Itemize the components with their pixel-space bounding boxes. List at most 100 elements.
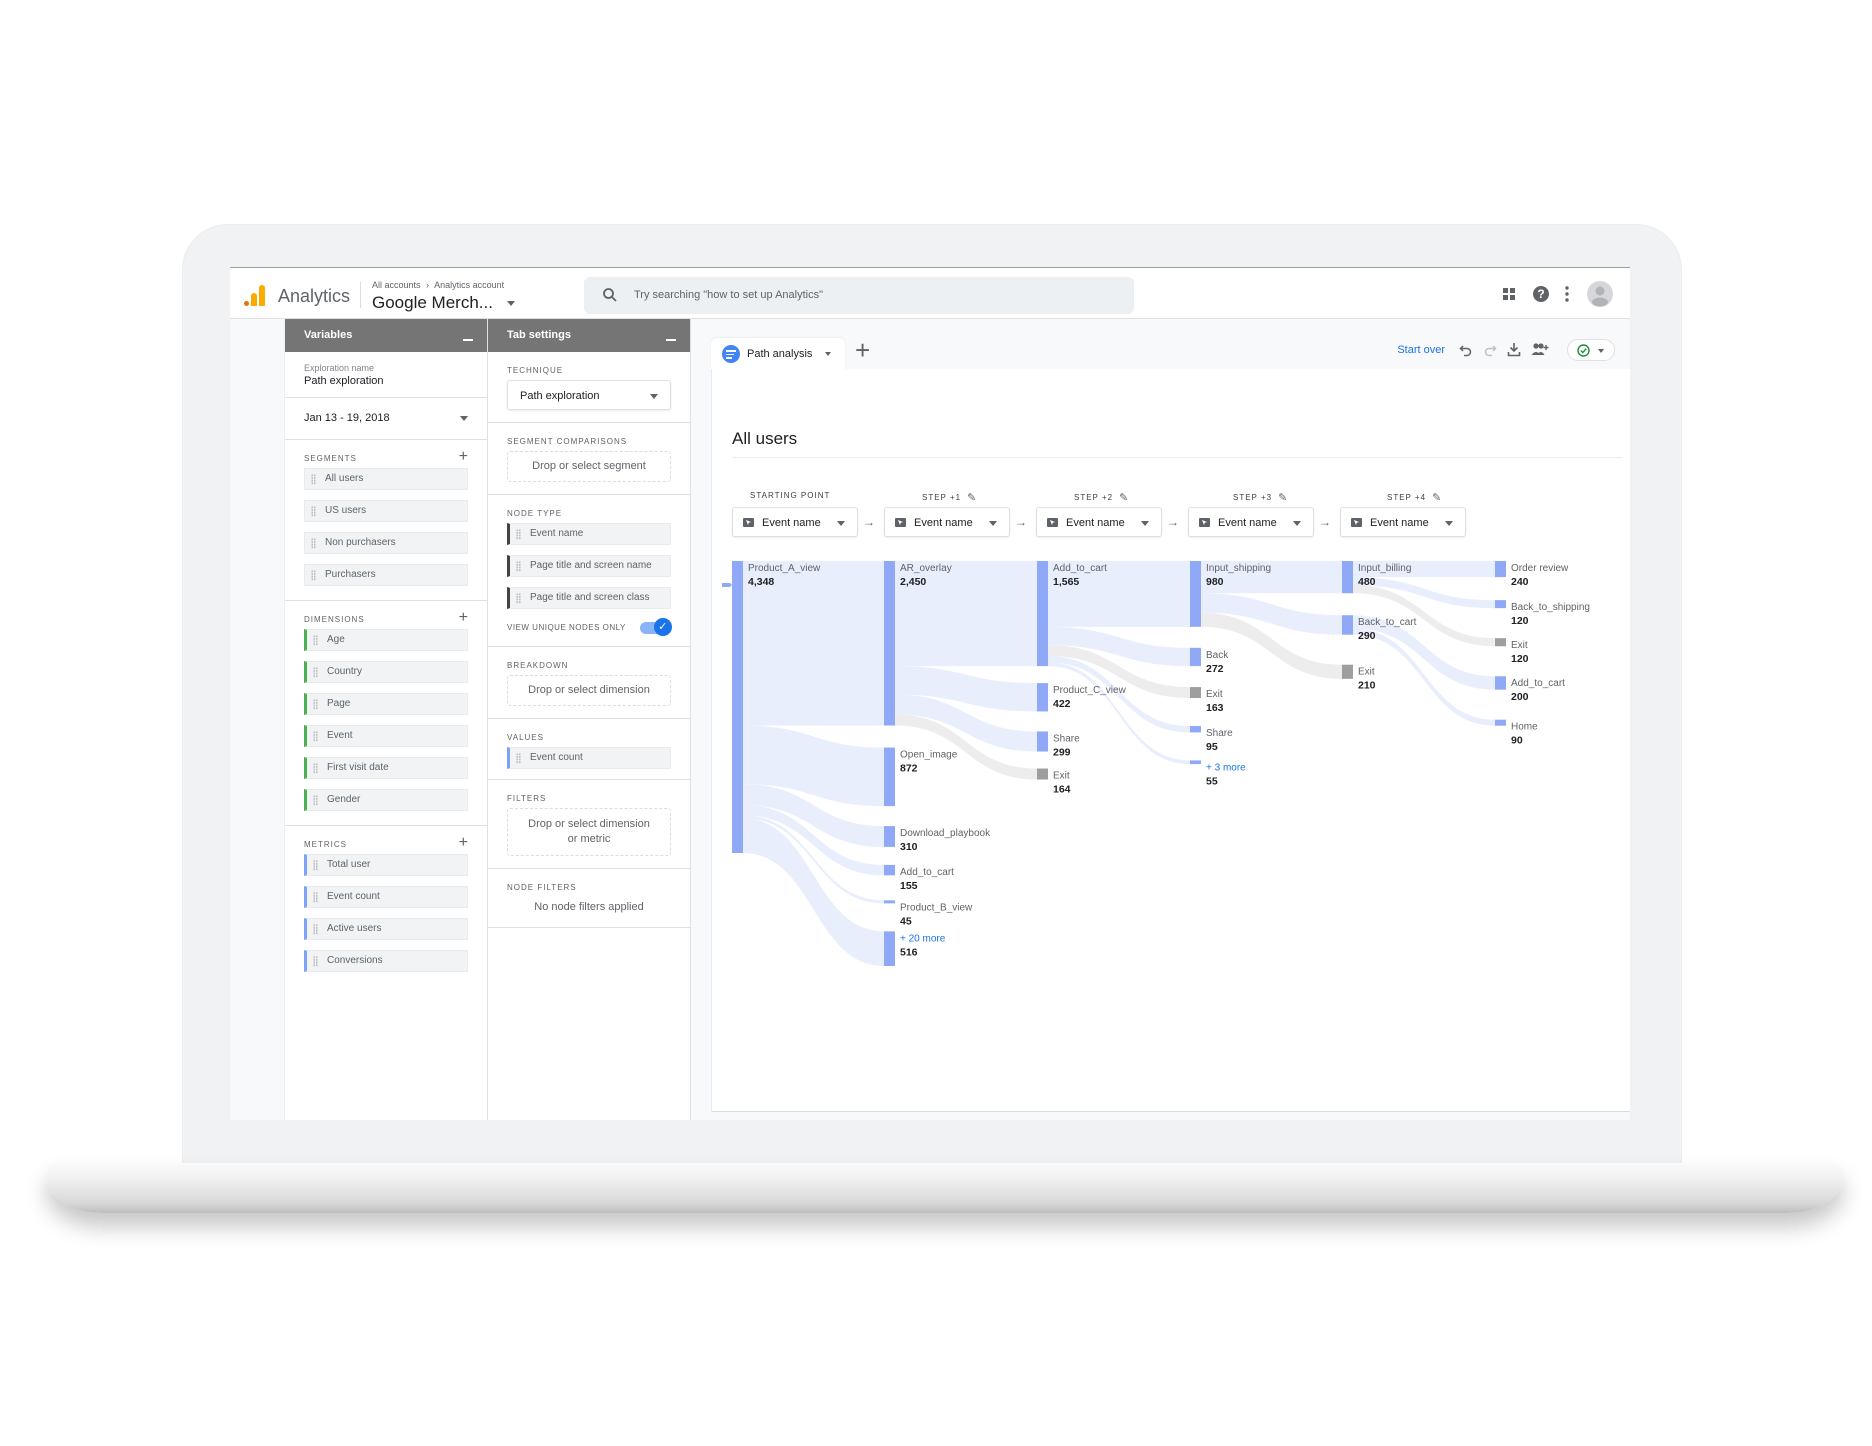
drag-handle-icon[interactable] xyxy=(311,474,316,485)
segment-chip[interactable]: US users xyxy=(304,500,468,522)
value-chip[interactable]: Event count xyxy=(507,747,671,769)
sankey-node[interactable]: Exit164 xyxy=(1037,769,1071,796)
segment-dropzone[interactable]: Drop or select segment xyxy=(507,451,671,482)
filters-dropzone[interactable]: Drop or select dimension or metric xyxy=(507,808,671,856)
sankey-node-bar[interactable] xyxy=(1037,769,1048,780)
metric-chip[interactable]: Conversions xyxy=(304,950,468,972)
breakdown-dropzone[interactable]: Drop or select dimension xyxy=(507,675,671,706)
sankey-node[interactable]: + 3 more55 xyxy=(1190,760,1246,787)
drag-handle-icon[interactable] xyxy=(313,956,318,967)
metric-chip[interactable]: Active users xyxy=(304,918,468,940)
chevron-down-icon[interactable] xyxy=(507,301,515,306)
drag-handle-icon[interactable] xyxy=(313,731,318,742)
sankey-node[interactable]: Home90 xyxy=(1495,720,1538,747)
segment-chip[interactable]: All users xyxy=(304,468,468,490)
sankey-node[interactable]: Share299 xyxy=(1037,731,1080,758)
download-icon[interactable] xyxy=(1507,342,1521,357)
minimize-icon[interactable] xyxy=(463,339,473,341)
sankey-node-bar[interactable] xyxy=(884,931,895,966)
more-nodes-link[interactable]: + 20 more xyxy=(900,933,946,944)
date-range-picker[interactable]: Jan 13 - 19, 2018 xyxy=(285,398,487,440)
drag-handle-icon[interactable] xyxy=(313,892,318,903)
add-segment-button[interactable]: + xyxy=(459,448,468,466)
sankey-node[interactable]: Exit210 xyxy=(1342,665,1376,692)
node-type-chip[interactable]: Page title and screen name xyxy=(507,555,671,577)
sankey-node-bar[interactable] xyxy=(1495,676,1506,689)
sankey-node-bar[interactable] xyxy=(1495,720,1506,726)
drag-handle-icon[interactable] xyxy=(516,753,521,764)
avatar[interactable] xyxy=(1587,281,1613,307)
sankey-node-bar[interactable] xyxy=(1037,683,1048,711)
exploration-name-input[interactable]: Path exploration xyxy=(285,373,487,397)
sankey-node-bar[interactable] xyxy=(884,865,895,875)
sankey-node-bar[interactable] xyxy=(1342,615,1353,634)
sankey-node[interactable]: Open_image872 xyxy=(884,748,958,807)
dimension-chip[interactable]: Country xyxy=(304,661,468,683)
apps-icon[interactable] xyxy=(1502,287,1516,301)
breadcrumb-all-accounts[interactable]: All accounts xyxy=(372,280,421,290)
metric-chip[interactable]: Event count xyxy=(304,886,468,908)
sankey-node-bar[interactable] xyxy=(884,900,895,903)
dimension-chip[interactable]: Event xyxy=(304,725,468,747)
sankey-node[interactable]: Add_to_cart200 xyxy=(1495,676,1565,703)
sankey-node[interactable]: Product_C_view422 xyxy=(1037,683,1127,711)
sankey-node[interactable]: + 20 more516 xyxy=(884,931,946,966)
search-input[interactable]: Try searching "how to set up Analytics" xyxy=(634,289,823,301)
sankey-node-bar[interactable] xyxy=(732,561,743,853)
drag-handle-icon[interactable] xyxy=(313,860,318,871)
sankey-node[interactable]: Exit163 xyxy=(1190,687,1224,714)
sankey-node[interactable]: Download_playbook310 xyxy=(884,826,991,853)
chevron-down-icon[interactable] xyxy=(825,352,831,356)
help-icon[interactable]: ? xyxy=(1532,285,1550,303)
breadcrumb-analytics-account[interactable]: Analytics account xyxy=(434,280,504,290)
sankey-node[interactable]: Exit120 xyxy=(1495,638,1529,665)
drag-handle-icon[interactable] xyxy=(313,795,318,806)
sankey-node-bar[interactable] xyxy=(1190,561,1201,627)
dimension-chip[interactable]: Page xyxy=(304,693,468,715)
sankey-node-bar[interactable] xyxy=(1190,726,1201,732)
segment-chip[interactable]: Non purchasers xyxy=(304,532,468,554)
drag-handle-icon[interactable] xyxy=(313,763,318,774)
sankey-node-bar[interactable] xyxy=(1037,731,1048,751)
sankey-node-bar[interactable] xyxy=(1342,665,1353,679)
more-nodes-link[interactable]: + 3 more xyxy=(1206,762,1246,773)
drag-handle-icon[interactable] xyxy=(313,699,318,710)
check-icon[interactable]: ✓ xyxy=(654,618,672,636)
drag-handle-icon[interactable] xyxy=(313,924,318,935)
status-menu[interactable] xyxy=(1567,339,1615,361)
sankey-node[interactable]: Product_B_view45 xyxy=(884,900,973,927)
drag-handle-icon[interactable] xyxy=(516,561,521,572)
metric-chip[interactable]: Total user xyxy=(304,854,468,876)
drag-handle-icon[interactable] xyxy=(313,635,318,646)
dimension-chip[interactable]: Age xyxy=(304,629,468,651)
drag-handle-icon[interactable] xyxy=(311,570,316,581)
start-over-button[interactable]: Start over xyxy=(1397,344,1445,356)
sankey-node-bar[interactable] xyxy=(1037,561,1048,666)
sankey-node-bar[interactable] xyxy=(884,748,895,807)
sankey-node[interactable]: Back_to_shipping120 xyxy=(1495,600,1590,627)
technique-select[interactable]: Path exploration xyxy=(507,380,671,410)
node-type-chip[interactable]: Event name xyxy=(507,523,671,545)
tab-path-analysis[interactable]: Path analysis xyxy=(711,338,845,369)
account-selector[interactable]: Google Merch... xyxy=(372,293,493,313)
dimension-chip[interactable]: Gender xyxy=(304,789,468,811)
search-bar[interactable]: Try searching "how to set up Analytics" xyxy=(584,277,1134,314)
drag-handle-icon[interactable] xyxy=(311,538,316,549)
more-vert-icon[interactable] xyxy=(1564,285,1570,303)
sankey-node[interactable]: Order review240 xyxy=(1495,561,1569,588)
drag-handle-icon[interactable] xyxy=(516,529,521,540)
drag-handle-icon[interactable] xyxy=(313,667,318,678)
sankey-node-bar[interactable] xyxy=(884,561,895,726)
sankey-node[interactable]: Back272 xyxy=(1190,648,1229,675)
drag-handle-icon[interactable] xyxy=(311,506,316,517)
minimize-icon[interactable] xyxy=(666,339,676,341)
sankey-node-bar[interactable] xyxy=(1190,648,1201,666)
sankey-node[interactable]: Share95 xyxy=(1190,726,1233,753)
sankey-node-bar[interactable] xyxy=(1495,600,1506,608)
drag-handle-icon[interactable] xyxy=(516,593,521,604)
add-tab-button[interactable]: + xyxy=(855,335,870,366)
sankey-node-bar[interactable] xyxy=(1495,561,1506,577)
sankey-node-bar[interactable] xyxy=(1190,687,1201,698)
sankey-node-bar[interactable] xyxy=(884,826,895,847)
add-dimension-button[interactable]: + xyxy=(459,609,468,627)
